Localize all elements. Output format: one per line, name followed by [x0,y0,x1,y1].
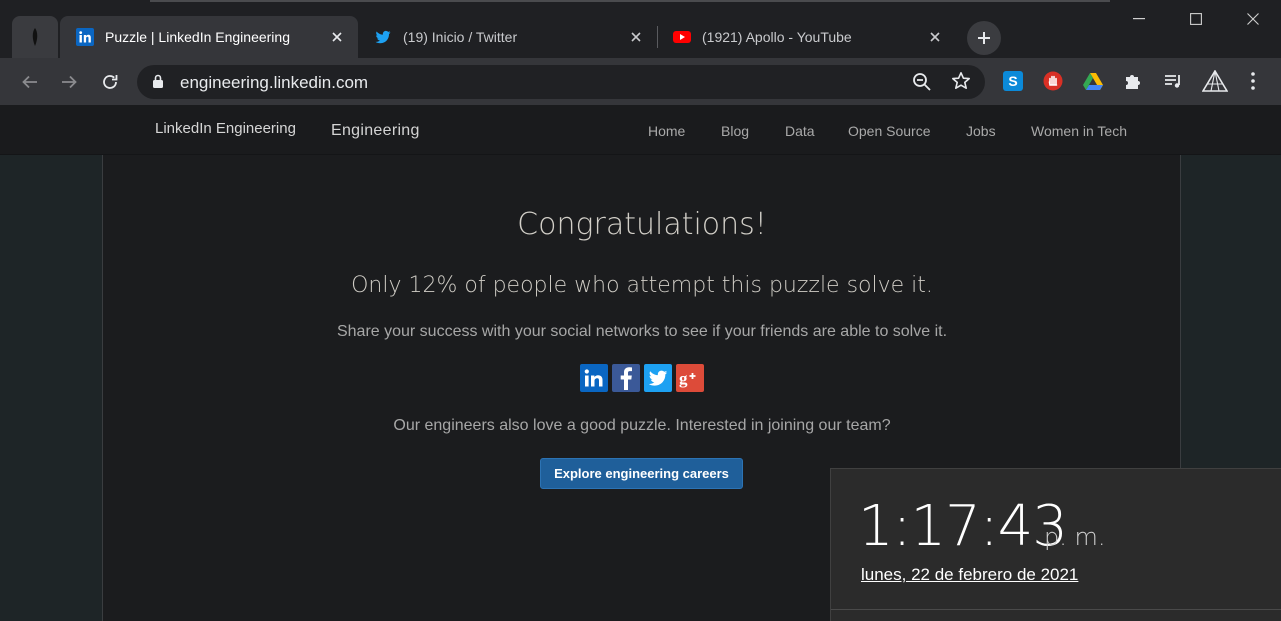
logo-alt-text: LinkedIn Engineering [155,120,296,137]
flyout-divider [831,609,1281,610]
youtube-icon [673,31,691,43]
maximize-button[interactable] [1167,0,1224,38]
share-twitter-button[interactable] [644,364,672,392]
nav-home[interactable]: Home [648,123,685,139]
drive-extension[interactable] [1082,70,1104,92]
taskbar-clock-flyout: 1:17:43 p. m. lunes, 22 de febrero de 20… [830,468,1281,621]
nav-blog[interactable]: Blog [721,123,749,139]
nav-data[interactable]: Data [785,123,815,139]
browser-tab-strip: Puzzle | LinkedIn Engineering (19) Inici… [0,0,1281,58]
browser-menu-button[interactable] [1242,70,1264,92]
zoom-out-icon[interactable] [912,72,932,92]
minimize-button[interactable] [1110,0,1167,38]
svg-text:g: g [679,369,688,388]
media-queue-icon [1165,75,1180,88]
nav-women-in-tech[interactable]: Women in Tech [1031,123,1127,139]
lock-icon [153,74,163,88]
tab-close-button[interactable] [627,28,645,46]
share-facebook-button[interactable] [612,364,640,392]
arrow-left-icon [22,75,37,89]
address-bar[interactable]: engineering.linkedin.com [137,65,985,99]
tab-close-button[interactable] [328,28,346,46]
back-button[interactable] [14,66,46,98]
share-google-plus-button[interactable]: g [676,364,704,392]
new-tab-button[interactable] [967,21,1001,55]
skype-extension[interactable]: S [1002,70,1024,92]
tab-linkedin-puzzle[interactable]: Puzzle | LinkedIn Engineering [60,16,358,58]
share-linkedin-button[interactable] [580,364,608,392]
close-icon [930,32,940,42]
solve-rate-text: Only 12% of people who attempt this puzz… [351,273,933,298]
bookmark-star-icon[interactable] [951,71,971,91]
browser-toolbar: engineering.linkedin.com S [0,58,1281,105]
kebab-menu-icon [1251,72,1255,90]
maximize-icon [1189,13,1202,25]
forward-button[interactable] [53,66,85,98]
share-prompt: Share your success with your social netw… [336,323,948,340]
google-drive-icon [1083,73,1103,90]
pinned-tab[interactable] [12,16,58,58]
clock-ampm: p. m. [1044,523,1106,551]
stop-hand-icon [1043,71,1063,91]
skype-icon: S [1003,71,1023,91]
tab-title: (19) Inicio / Twitter [403,29,518,45]
page-gutter-left [0,155,103,621]
linkedin-icon [584,369,603,387]
puzzle-extensions-icon [1126,75,1140,89]
close-window-button[interactable] [1224,0,1281,38]
reload-button[interactable] [94,66,126,98]
minimize-icon [1132,18,1145,20]
close-icon [332,32,342,42]
nav-open-source[interactable]: Open Source [848,123,931,139]
careers-prompt: Our engineers also love a good puzzle. I… [393,417,891,434]
prism-extension[interactable] [1202,70,1228,92]
tab-youtube[interactable]: (1921) Apollo - YouTube [657,16,956,58]
close-icon [1246,13,1259,25]
svg-text:S: S [1008,73,1017,89]
feather-icon [32,28,38,46]
tab-strip-top-edge [150,0,1110,2]
nav-jobs[interactable]: Jobs [966,123,996,139]
block-extension[interactable] [1042,70,1064,92]
facebook-icon [620,367,632,390]
media-queue-extension[interactable] [1162,70,1184,92]
page-title: Congratulations! [517,207,767,242]
twitter-icon [648,370,668,386]
linkedin-icon [76,28,94,46]
linkedin-engineering-logo[interactable]: LinkedIn Engineering [155,120,296,137]
extensions-menu[interactable] [1122,70,1144,92]
explore-careers-button[interactable]: Explore engineering careers [540,458,743,489]
brand-text[interactable]: Engineering [331,122,420,140]
plus-icon [978,32,990,44]
tab-title: (1921) Apollo - YouTube [702,29,852,45]
tab-twitter[interactable]: (19) Inicio / Twitter [358,16,657,58]
reload-icon [103,75,118,89]
prism-icon [1202,70,1228,92]
social-share-buttons: g [580,364,704,392]
site-header: LinkedIn Engineering Engineering Home Bl… [0,105,1281,155]
tab-title: Puzzle | LinkedIn Engineering [105,29,290,45]
google-plus-icon: g [679,369,696,388]
close-icon [631,32,641,42]
clock-time: 1:17:43 [858,494,1068,559]
clock-date-link[interactable]: lunes, 22 de febrero de 2021 [861,565,1078,585]
twitter-icon [375,30,391,44]
url-text: engineering.linkedin.com [180,73,369,92]
arrow-right-icon [62,75,77,89]
tab-close-button[interactable] [926,28,944,46]
